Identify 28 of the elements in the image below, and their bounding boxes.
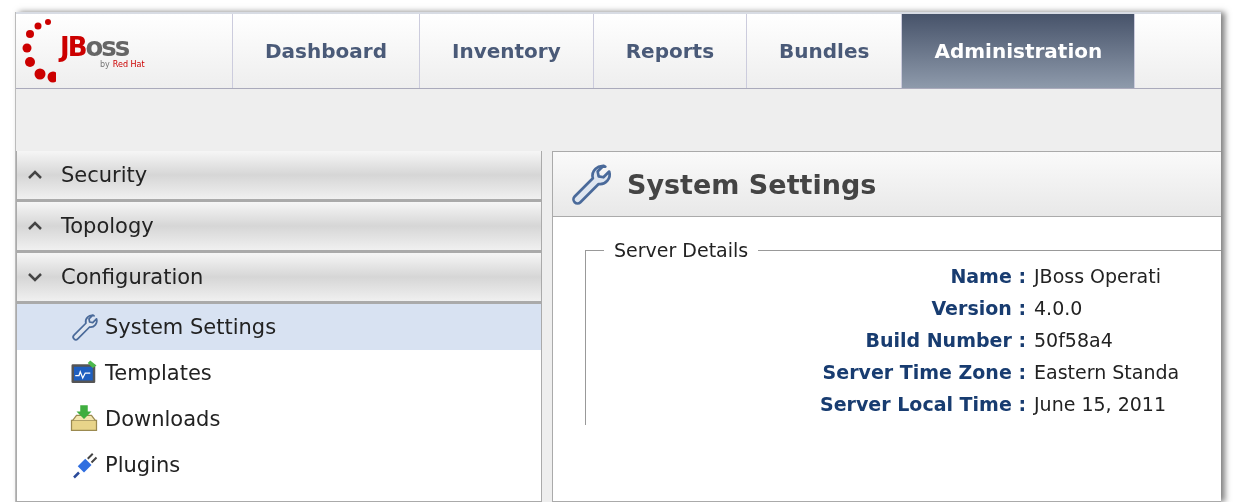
nav-tab[interactable]: Inventory bbox=[420, 14, 594, 88]
field-value: June 15, 2011 bbox=[1034, 393, 1168, 415]
field-label: Version : bbox=[930, 297, 1026, 319]
field-value: Eastern Standa bbox=[1034, 361, 1181, 383]
accordion-header[interactable]: Topology bbox=[17, 202, 541, 253]
nav-tab[interactable]: Administration bbox=[902, 14, 1136, 88]
field-value: 4.0.0 bbox=[1034, 297, 1084, 319]
panel-title: System Settings bbox=[627, 168, 877, 200]
nav-tab[interactable]: Reports bbox=[593, 14, 748, 88]
accordion-header[interactable]: Configuration bbox=[17, 253, 541, 304]
sidebar-item[interactable]: System Settings bbox=[17, 304, 541, 350]
sidebar-item[interactable]: Templates bbox=[17, 350, 541, 396]
accordion-header[interactable]: Security bbox=[17, 151, 541, 202]
tray-icon bbox=[69, 404, 99, 434]
field-label: Server Time Zone : bbox=[821, 361, 1026, 383]
dots-icon bbox=[22, 18, 56, 84]
field-label: Build Number : bbox=[864, 329, 1026, 351]
field-value: 50f58a4 bbox=[1034, 329, 1114, 351]
fieldset-legend: Server Details bbox=[604, 239, 759, 261]
field-label: Name : bbox=[949, 265, 1026, 287]
wrench-icon bbox=[69, 312, 99, 342]
logo-byline: by Red Hat bbox=[99, 59, 145, 69]
logo-wordmark: JBoss bbox=[60, 33, 130, 60]
field-value: JBoss Operati bbox=[1034, 265, 1162, 287]
nav-tab[interactable]: Dashboard bbox=[233, 14, 420, 88]
sidebar-item[interactable]: Plugins bbox=[17, 442, 541, 488]
field-label: Server Local Time : bbox=[819, 393, 1026, 415]
sidebar-item[interactable]: Downloads bbox=[17, 396, 541, 442]
